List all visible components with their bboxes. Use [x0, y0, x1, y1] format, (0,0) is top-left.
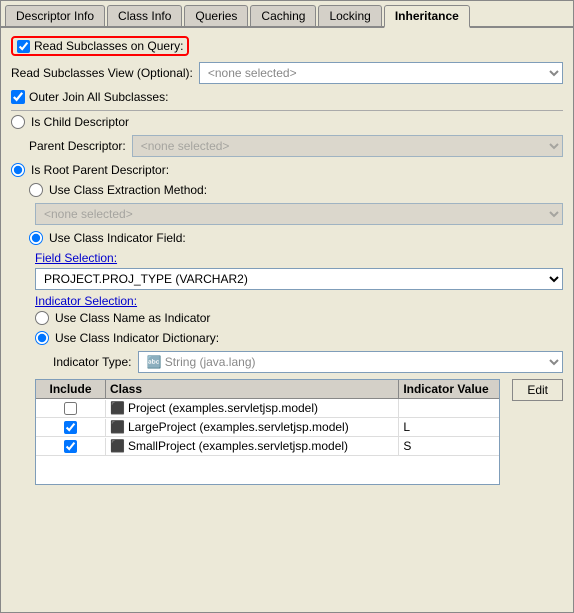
read-subclasses-view-label: Read Subclasses View (Optional): — [11, 66, 193, 80]
use-indicator-dict-radio[interactable] — [35, 331, 49, 345]
use-class-name-radio[interactable] — [35, 311, 49, 325]
use-extraction-radio[interactable] — [29, 183, 43, 197]
row3-class-icon: ⬛ — [110, 439, 125, 453]
row1-class-icon: ⬛ — [110, 401, 125, 415]
table-row: ⬛ LargeProject (examples.servletjsp.mode… — [36, 418, 499, 437]
is-root-radio[interactable] — [11, 163, 25, 177]
row3-indicator: S — [399, 437, 499, 455]
col-include-header: Include — [36, 380, 106, 398]
use-indicator-label: Use Class Indicator Field: — [49, 231, 186, 245]
tab-class-info[interactable]: Class Info — [107, 5, 182, 26]
tab-queries[interactable]: Queries — [184, 5, 248, 26]
row2-class-name: LargeProject (examples.servletjsp.model) — [128, 420, 349, 434]
row3-class-name: SmallProject (examples.servletjsp.model) — [128, 439, 348, 453]
indicator-type-select[interactable]: 🔤 String (java.lang) — [138, 351, 564, 373]
parent-descriptor-select[interactable]: <none selected> — [132, 135, 563, 157]
table-row: ⬛ Project (examples.servletjsp.model) — [36, 399, 499, 418]
use-indicator-radio[interactable] — [29, 231, 43, 245]
row1-class-name: Project (examples.servletjsp.model) — [128, 401, 318, 415]
col-class-header: Class — [106, 380, 399, 398]
use-class-name-label: Use Class Name as Indicator — [55, 311, 210, 325]
row2-include-checkbox[interactable] — [64, 421, 77, 434]
is-root-label: Is Root Parent Descriptor: — [31, 163, 169, 177]
indicator-table: Include Class Indicator Value ⬛ Project — [35, 379, 500, 485]
indicator-selection-label: Indicator Selection: — [35, 294, 563, 308]
read-subclasses-label: Read Subclasses on Query: — [34, 39, 183, 53]
content-panel: Read Subclasses on Query: Read Subclasse… — [1, 28, 573, 612]
extraction-method-select[interactable]: <none selected> — [35, 203, 563, 225]
field-selection-select[interactable]: PROJECT.PROJ_TYPE (VARCHAR2) — [35, 268, 563, 290]
tab-bar: Descriptor Info Class Info Queries Cachi… — [1, 1, 573, 28]
table-row: ⬛ SmallProject (examples.servletjsp.mode… — [36, 437, 499, 456]
field-selection-label: Field Selection: — [35, 251, 563, 265]
use-indicator-dict-label: Use Class Indicator Dictionary: — [55, 331, 219, 345]
tab-locking[interactable]: Locking — [318, 5, 381, 26]
read-subclasses-view-select[interactable]: <none selected> — [199, 62, 563, 84]
col-indicator-header: Indicator Value — [399, 380, 499, 398]
parent-descriptor-label: Parent Descriptor: — [29, 139, 126, 153]
row1-indicator — [399, 406, 499, 410]
row2-indicator: L — [399, 418, 499, 436]
outer-join-checkbox[interactable] — [11, 90, 25, 104]
tab-caching[interactable]: Caching — [250, 5, 316, 26]
read-subclasses-checkbox[interactable] — [17, 40, 30, 53]
row2-class-icon: ⬛ — [110, 420, 125, 434]
is-child-label: Is Child Descriptor — [31, 115, 129, 129]
indicator-type-label: Indicator Type: — [53, 355, 132, 369]
edit-button[interactable]: Edit — [512, 379, 563, 401]
is-child-radio[interactable] — [11, 115, 25, 129]
tab-inheritance[interactable]: Inheritance — [384, 5, 470, 28]
tab-descriptor-info[interactable]: Descriptor Info — [5, 5, 105, 26]
table-header: Include Class Indicator Value — [36, 380, 499, 399]
row1-include-checkbox[interactable] — [64, 402, 77, 415]
row3-include-checkbox[interactable] — [64, 440, 77, 453]
use-extraction-label: Use Class Extraction Method: — [49, 183, 207, 197]
outer-join-label: Outer Join All Subclasses: — [29, 90, 168, 104]
